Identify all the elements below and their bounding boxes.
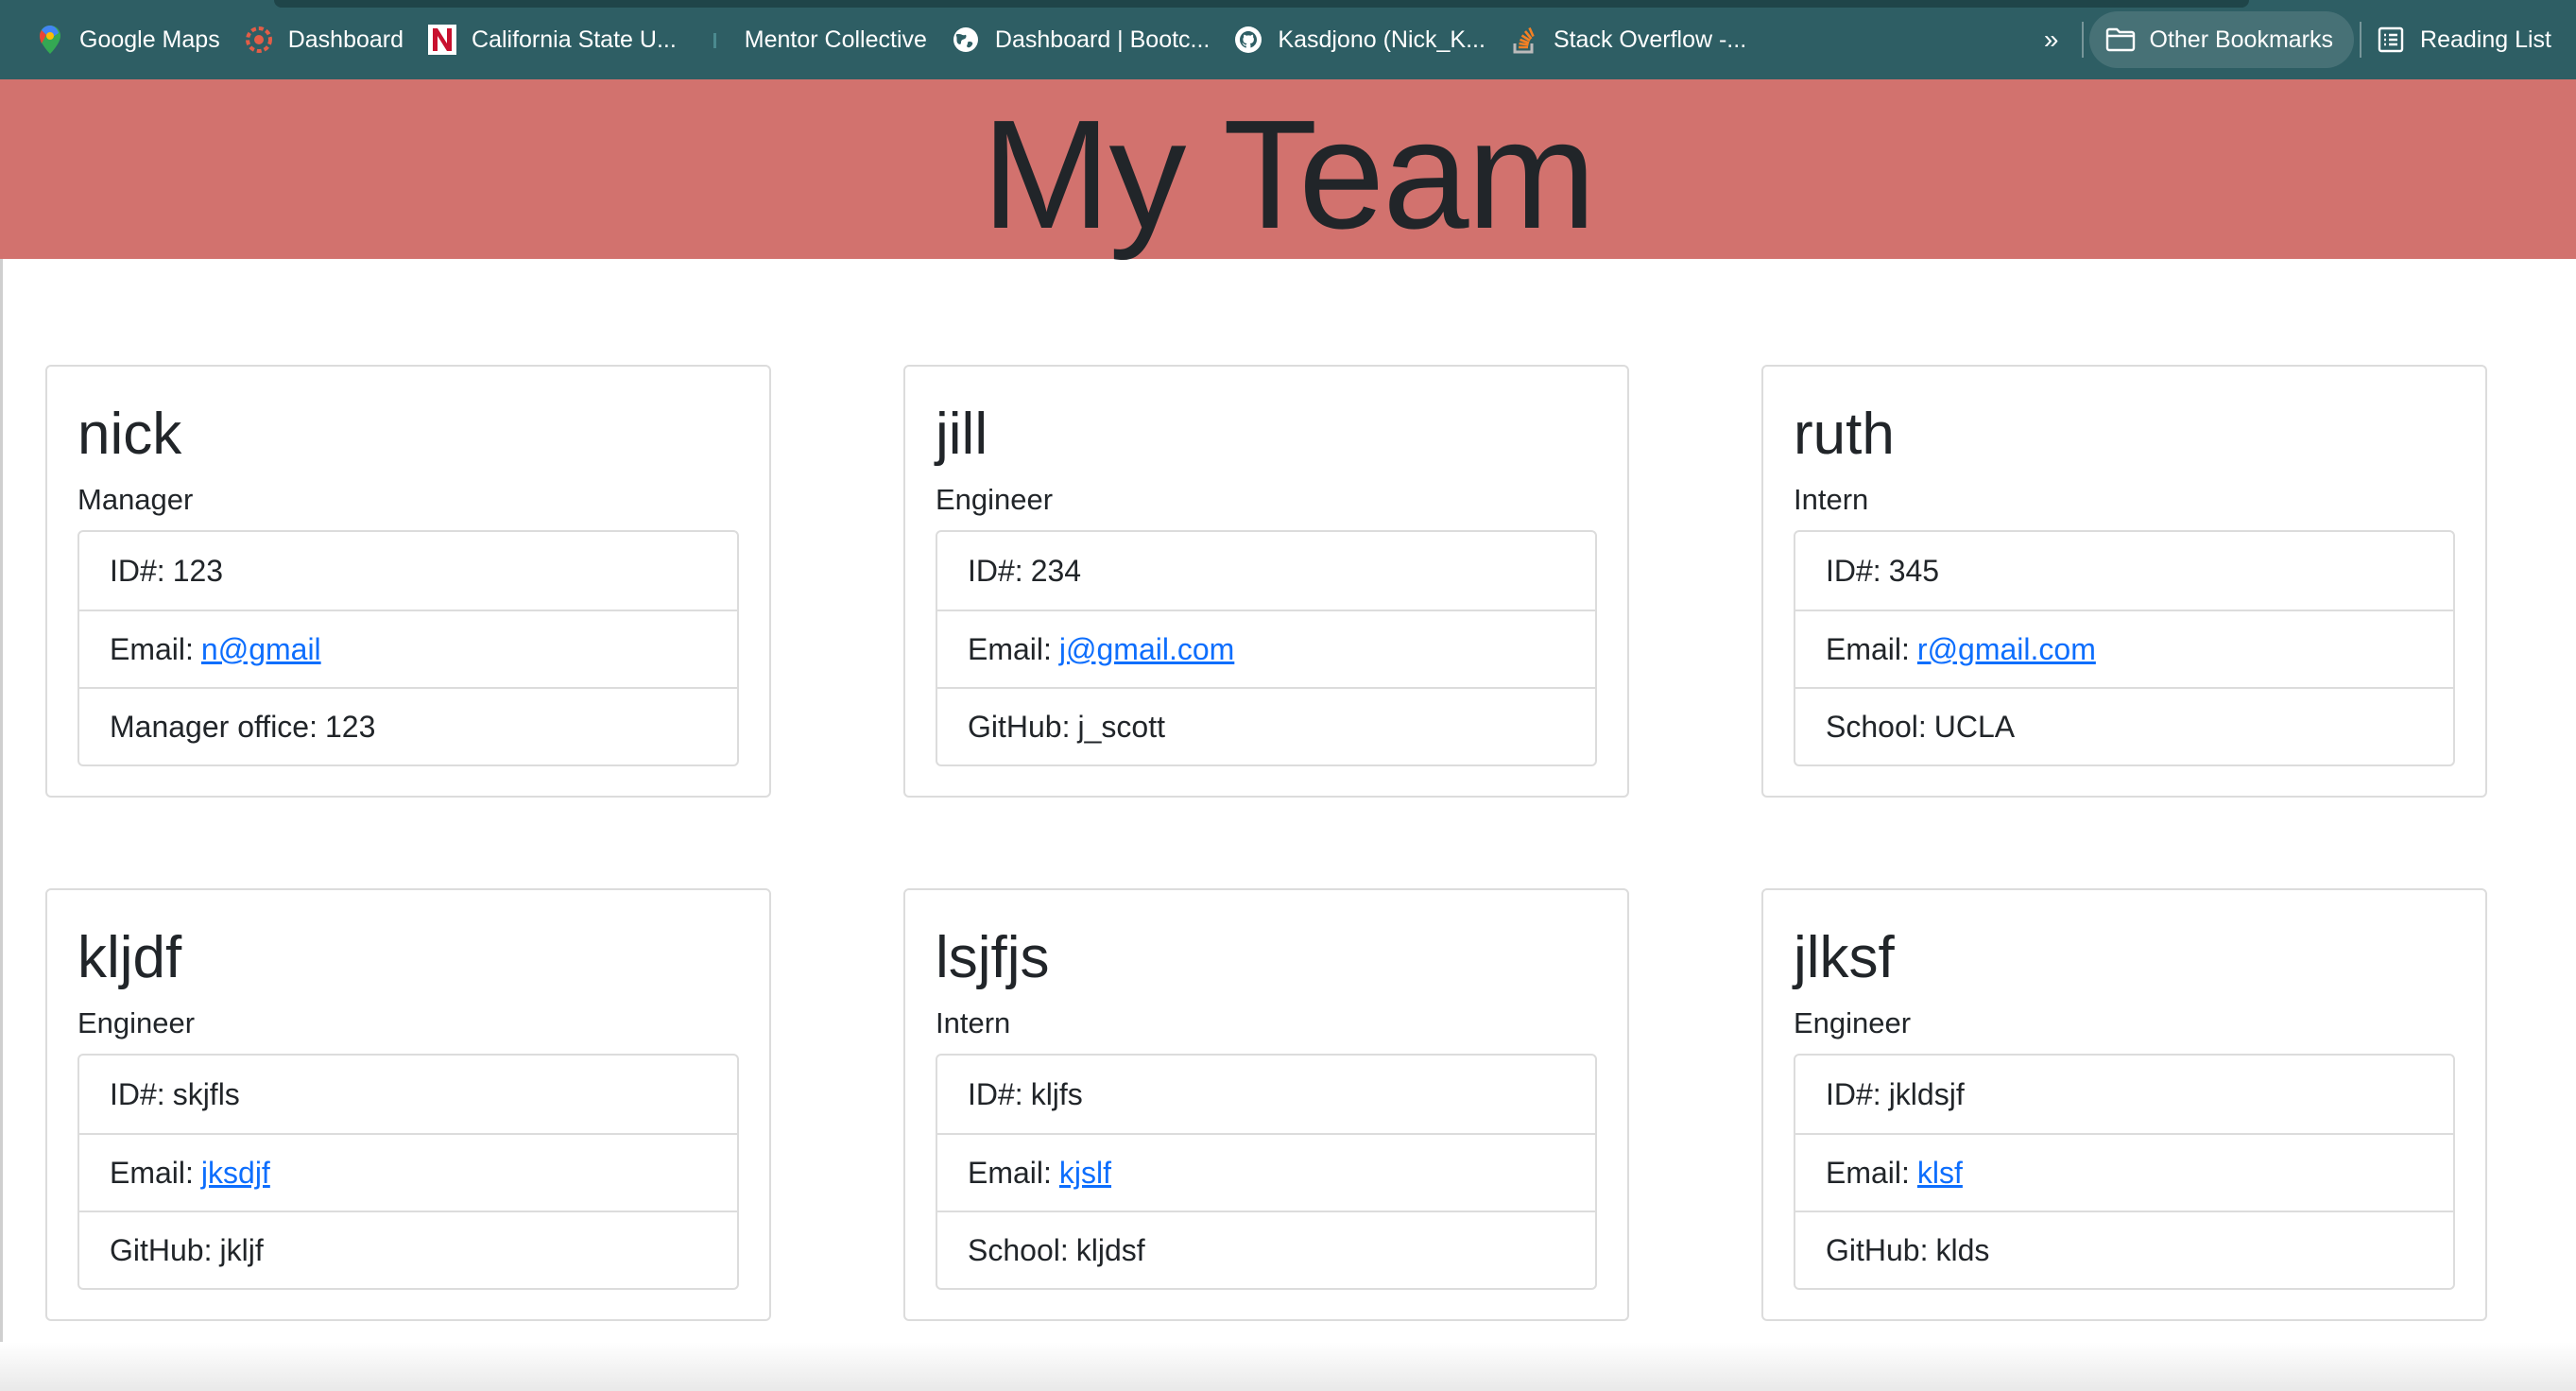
employee-role: Manager: [77, 483, 194, 517]
id-label: ID#:: [968, 1076, 1023, 1111]
extra-value: klds: [1935, 1232, 1990, 1267]
extra-value: 123: [324, 709, 376, 744]
id-value: jkldsjf: [1888, 1076, 1965, 1111]
extra-value: jkljf: [219, 1232, 264, 1267]
email-link[interactable]: kjslf: [1059, 1156, 1111, 1191]
employee-id: ID#: skjfls: [79, 1056, 737, 1133]
email-link[interactable]: n@gmail: [201, 632, 321, 667]
window-bottom-edge: [0, 1342, 2576, 1391]
id-value: 345: [1888, 553, 1940, 588]
employee-extra: GitHub: klds: [1795, 1211, 2453, 1288]
email-link[interactable]: j@gmail.com: [1059, 632, 1234, 667]
extra-label: Manager office:: [110, 709, 318, 744]
employee-card: jill Engineer ID#: 234 Email: j@gmail.com …: [903, 365, 1629, 798]
employee-email: Email: r@gmail.com: [1795, 610, 2453, 687]
employee-name: kljdf: [77, 925, 182, 990]
employee-id: ID#: jkldsjf: [1795, 1056, 2453, 1133]
employee-details: ID#: 123 Email: n@gmail Manager office: 123: [77, 530, 739, 767]
employee-role: Intern: [1794, 483, 1869, 517]
employee-name: jill: [936, 402, 988, 467]
employee-email: Email: kjslf: [937, 1133, 1595, 1211]
employee-email: Email: j@gmail.com: [937, 610, 1595, 687]
employee-role: Engineer: [1794, 1006, 1912, 1040]
employee-details: ID#: 234 Email: j@gmail.com GitHub: j_scott: [936, 530, 1597, 767]
id-value: 234: [1030, 553, 1082, 588]
email-label: Email:: [1826, 1155, 1910, 1190]
employee-card: jlksf Engineer ID#: jkldsjf Email: klsf Gi…: [1761, 888, 2487, 1321]
extra-label: GitHub:: [110, 1232, 213, 1267]
employee-id: ID#: kljfs: [937, 1056, 1595, 1133]
email-label: Email:: [968, 631, 1052, 666]
employee-role: Intern: [936, 1006, 1011, 1040]
extra-label: GitHub:: [968, 709, 1071, 744]
email-label: Email:: [110, 1155, 194, 1190]
email-label: Email:: [110, 631, 194, 666]
employee-card: nick Manager ID#: 123 Email: n@gmail Manag…: [45, 365, 771, 798]
employee-extra: School: UCLA: [1795, 687, 2453, 764]
extra-label: GitHub:: [1826, 1232, 1929, 1267]
extra-value: kljdsf: [1075, 1232, 1145, 1267]
email-label: Email:: [968, 1155, 1052, 1190]
employee-email: Email: n@gmail: [79, 610, 737, 687]
email-link[interactable]: r@gmail.com: [1917, 632, 2096, 667]
employee-card: ruth Intern ID#: 345 Email: r@gmail.com Sc…: [1761, 365, 2487, 798]
employee-name: lsjfjs: [936, 925, 1050, 990]
extra-value: j_scott: [1077, 709, 1165, 744]
id-label: ID#:: [1826, 1076, 1881, 1111]
id-label: ID#:: [1826, 553, 1881, 588]
employee-id: ID#: 123: [79, 532, 737, 610]
employee-card: lsjfjs Intern ID#: kljfs Email: kjslf Scho…: [903, 888, 1629, 1321]
id-label: ID#:: [110, 553, 165, 588]
extra-value: UCLA: [1933, 709, 2016, 744]
employee-details: ID#: 345 Email: r@gmail.com School: UCLA: [1794, 530, 2455, 767]
employee-card: kljdf Engineer ID#: skjfls Email: jksdjf G…: [45, 888, 771, 1321]
employee-extra: GitHub: j_scott: [937, 687, 1595, 764]
employee-name: ruth: [1794, 402, 1895, 467]
id-value: kljfs: [1030, 1076, 1083, 1111]
id-value: 123: [172, 553, 224, 588]
email-link[interactable]: jksdjf: [201, 1156, 270, 1191]
employee-role: Engineer: [77, 1006, 196, 1040]
extra-label: School:: [1826, 709, 1927, 744]
employee-extra: Manager office: 123: [79, 687, 737, 764]
employee-name: nick: [77, 402, 182, 467]
extra-label: School:: [968, 1232, 1069, 1267]
email-label: Email:: [1826, 631, 1910, 666]
employee-email: Email: jksdjf: [79, 1133, 737, 1211]
employee-role: Engineer: [936, 483, 1054, 517]
team-grid: nick Manager ID#: 123 Email: n@gmail Manag…: [0, 0, 2576, 1391]
id-label: ID#:: [110, 1076, 165, 1111]
employee-details: ID#: kljfs Email: kjslf School: kljdsf: [936, 1054, 1597, 1291]
employee-id: ID#: 234: [937, 532, 1595, 610]
employee-details: ID#: skjfls Email: jksdjf GitHub: jkljf: [77, 1054, 739, 1291]
employee-id: ID#: 345: [1795, 532, 2453, 610]
id-label: ID#:: [968, 553, 1023, 588]
id-value: skjfls: [172, 1076, 240, 1111]
employee-details: ID#: jkldsjf Email: klsf GitHub: klds: [1794, 1054, 2455, 1291]
email-link[interactable]: klsf: [1917, 1156, 1963, 1191]
employee-extra: School: kljdsf: [937, 1211, 1595, 1288]
employee-email: Email: klsf: [1795, 1133, 2453, 1211]
employee-name: jlksf: [1794, 925, 1895, 990]
employee-extra: GitHub: jkljf: [79, 1211, 737, 1288]
